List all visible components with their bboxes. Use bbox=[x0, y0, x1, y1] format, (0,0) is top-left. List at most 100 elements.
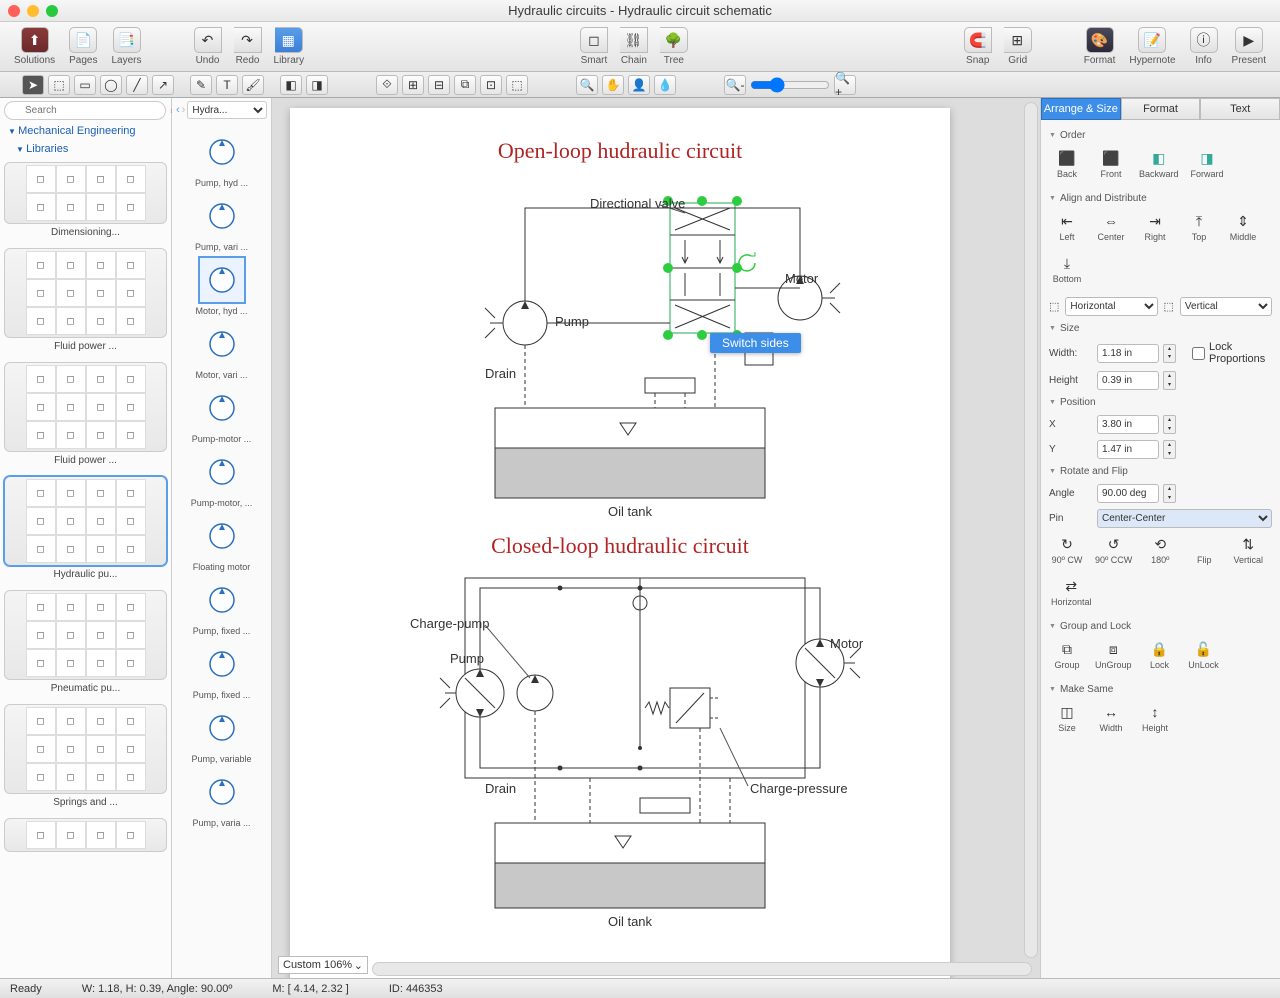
shape-item[interactable]: Pump, varia ... bbox=[194, 768, 250, 828]
group-button[interactable]: ⧉Group bbox=[1051, 640, 1083, 670]
close-icon[interactable] bbox=[8, 5, 20, 17]
order-backward-button[interactable]: ◧Backward bbox=[1139, 149, 1179, 179]
tab-text[interactable]: Text bbox=[1200, 98, 1280, 120]
grid-button[interactable]: ⊞Grid bbox=[998, 25, 1038, 68]
pages-button[interactable]: 📄Pages bbox=[63, 25, 103, 68]
shape-item[interactable]: Pump, variable bbox=[194, 704, 250, 764]
same-size-button[interactable]: ◫Size bbox=[1051, 703, 1083, 733]
zoom-out-button[interactable]: 🔍- bbox=[724, 75, 746, 95]
distribute-h-select[interactable]: Horizontal bbox=[1065, 297, 1157, 316]
shape-icon[interactable] bbox=[198, 320, 246, 368]
tree-libraries[interactable]: Libraries bbox=[0, 140, 171, 158]
hand-tool[interactable]: ✋ bbox=[602, 75, 624, 95]
align-top-button[interactable]: ⤒Top bbox=[1183, 212, 1215, 242]
distribute-v-select[interactable]: Vertical bbox=[1180, 297, 1272, 316]
order-back-button[interactable]: ⬛Back bbox=[1051, 149, 1083, 179]
maximize-icon[interactable] bbox=[46, 5, 58, 17]
section-size[interactable]: Size bbox=[1049, 319, 1272, 338]
lock-proportions-checkbox[interactable] bbox=[1192, 347, 1205, 360]
align-tool-1[interactable]: ⟐ bbox=[376, 75, 398, 95]
lock-button[interactable]: 🔒Lock bbox=[1144, 640, 1176, 670]
y-stepper[interactable]: ▴▾ bbox=[1163, 440, 1176, 459]
align-bottom-button[interactable]: ⤓Bottom bbox=[1051, 254, 1083, 284]
shape-item[interactable]: Motor, hyd ... bbox=[194, 256, 250, 316]
align-tool-6[interactable]: ⬚ bbox=[506, 75, 528, 95]
align-right-button[interactable]: ⇥Right bbox=[1139, 212, 1171, 242]
align-tool-2[interactable]: ⊞ bbox=[402, 75, 424, 95]
shape-item[interactable]: Floating motor bbox=[194, 512, 250, 572]
shape-item[interactable]: Pump-motor, ... bbox=[194, 448, 250, 508]
rotate-cw-button[interactable]: ↻90º CW bbox=[1051, 535, 1083, 565]
stamp-tool[interactable]: 👤 bbox=[628, 75, 650, 95]
eyedrop-tool[interactable]: 💧 bbox=[654, 75, 676, 95]
shape-icon[interactable] bbox=[198, 256, 246, 304]
flip-h-button[interactable]: ⇄Horizontal bbox=[1051, 577, 1092, 607]
same-width-button[interactable]: ↔Width bbox=[1095, 703, 1127, 733]
section-position[interactable]: Position bbox=[1049, 393, 1272, 412]
library-group[interactable]: ◻◻◻◻◻◻◻◻◻◻◻◻Fluid power ... bbox=[4, 362, 167, 466]
search-input[interactable] bbox=[4, 101, 166, 120]
format-button[interactable]: 🎨Format bbox=[1078, 25, 1122, 68]
ellipse-tool[interactable]: ◯ bbox=[100, 75, 122, 95]
shape-item[interactable]: Pump-motor ... bbox=[194, 384, 250, 444]
nav-fwd-icon[interactable]: › bbox=[182, 104, 186, 116]
zoom-in-button[interactable]: 🔍+ bbox=[834, 75, 856, 95]
align-tool-3[interactable]: ⊟ bbox=[428, 75, 450, 95]
flip-v-button[interactable]: ⇅Vertical bbox=[1232, 535, 1264, 565]
library-button[interactable]: ▦Library bbox=[268, 25, 311, 68]
angle-stepper[interactable]: ▴▾ bbox=[1163, 484, 1176, 503]
same-height-button[interactable]: ↕Height bbox=[1139, 703, 1171, 733]
unlock-button[interactable]: 🔓UnLock bbox=[1188, 640, 1220, 670]
vertical-scrollbar[interactable] bbox=[1024, 102, 1038, 958]
pointer-tool[interactable]: ➤ bbox=[22, 75, 44, 95]
snap-button[interactable]: 🧲Snap bbox=[958, 25, 998, 68]
section-order[interactable]: Order bbox=[1049, 126, 1272, 145]
align-middle-button[interactable]: ⇕Middle bbox=[1227, 212, 1259, 242]
misc-tool-1[interactable]: ◧ bbox=[280, 75, 302, 95]
x-stepper[interactable]: ▴▾ bbox=[1163, 415, 1176, 434]
zoom-slider[interactable] bbox=[750, 77, 830, 93]
misc-tool-2[interactable]: ◨ bbox=[306, 75, 328, 95]
chain-button[interactable]: ⛓Chain bbox=[614, 25, 654, 68]
zoom-tool[interactable]: 🔍 bbox=[576, 75, 598, 95]
shape-icon[interactable] bbox=[198, 704, 246, 752]
hypernote-button[interactable]: 📝Hypernote bbox=[1123, 25, 1181, 68]
minimize-icon[interactable] bbox=[27, 5, 39, 17]
order-forward-button[interactable]: ◨Forward bbox=[1191, 149, 1224, 179]
rotate-ccw-button[interactable]: ↺90º CCW bbox=[1095, 535, 1132, 565]
pen-tool[interactable]: ✎ bbox=[190, 75, 212, 95]
arrow-tool[interactable]: ↗ bbox=[152, 75, 174, 95]
ungroup-button[interactable]: ⧈UnGroup bbox=[1095, 640, 1132, 670]
shape-item[interactable]: Motor, vari ... bbox=[194, 320, 250, 380]
undo-button[interactable]: ↶Undo bbox=[188, 25, 228, 68]
shape-icon[interactable] bbox=[198, 576, 246, 624]
shape-item[interactable]: Pump, fixed ... bbox=[194, 576, 250, 636]
select-tool[interactable]: ⬚ bbox=[48, 75, 70, 95]
tree-button[interactable]: 🌳Tree bbox=[654, 25, 694, 68]
pin-select[interactable]: Center-Center bbox=[1097, 509, 1272, 528]
width-input[interactable] bbox=[1097, 344, 1159, 363]
line-tool[interactable]: ╱ bbox=[126, 75, 148, 95]
angle-input[interactable] bbox=[1097, 484, 1159, 503]
nav-back-icon[interactable]: ‹ bbox=[176, 104, 180, 116]
height-input[interactable] bbox=[1097, 371, 1159, 390]
shape-item[interactable]: Pump, fixed ... bbox=[194, 640, 250, 700]
shape-icon[interactable] bbox=[198, 128, 246, 176]
tab-format[interactable]: Format bbox=[1121, 98, 1201, 120]
info-button[interactable]: ⓘInfo bbox=[1184, 25, 1224, 68]
x-input[interactable] bbox=[1097, 415, 1159, 434]
height-stepper[interactable]: ▴▾ bbox=[1163, 371, 1176, 390]
y-input[interactable] bbox=[1097, 440, 1159, 459]
library-group[interactable]: ◻◻◻◻◻◻◻◻◻◻◻◻Fluid power ... bbox=[4, 248, 167, 352]
canvas-page[interactable]: Open-loop hudraulic circuit Directional … bbox=[290, 108, 950, 978]
tree-root[interactable]: Mechanical Engineering bbox=[0, 122, 171, 140]
section-align[interactable]: Align and Distribute bbox=[1049, 189, 1272, 208]
shape-icon[interactable] bbox=[198, 512, 246, 560]
shape-icon[interactable] bbox=[198, 384, 246, 432]
section-rotate[interactable]: Rotate and Flip bbox=[1049, 462, 1272, 481]
shape-item[interactable]: Pump, vari ... bbox=[194, 192, 250, 252]
redo-button[interactable]: ↷Redo bbox=[228, 25, 268, 68]
library-group[interactable]: ◻◻◻◻◻◻◻◻◻◻◻◻Springs and ... bbox=[4, 704, 167, 808]
brush-tool[interactable]: 🖌 bbox=[242, 75, 264, 95]
align-tool-5[interactable]: ⊡ bbox=[480, 75, 502, 95]
